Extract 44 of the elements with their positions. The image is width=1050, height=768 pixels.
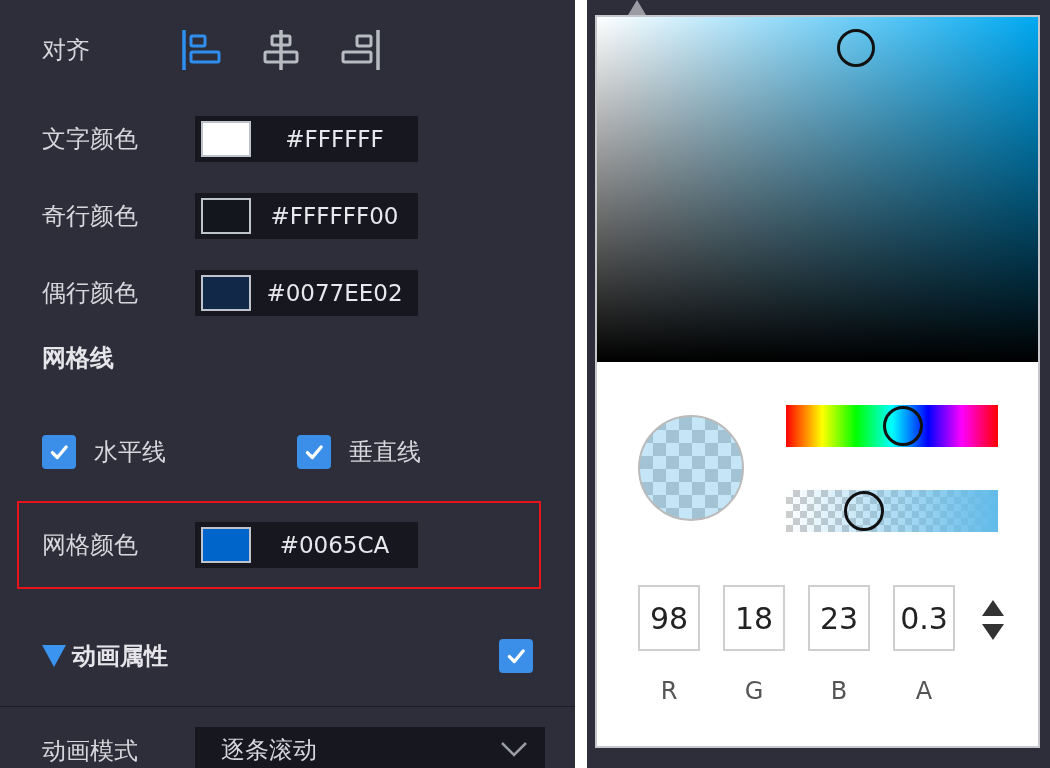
channel-input[interactable]: 0.3 <box>893 585 955 651</box>
mode-switch-icon[interactable] <box>981 598 1005 642</box>
channel-input[interactable]: 18 <box>723 585 785 651</box>
field-label: 动画模式 <box>42 736 139 767</box>
color-field[interactable]: #FFFFFF <box>195 115 418 162</box>
color-value: #0077EE02 <box>265 279 404 306</box>
color-field[interactable]: #FFFFFF00 <box>195 192 418 239</box>
caret-icon[interactable] <box>42 645 66 667</box>
mode-select[interactable]: 逐条滚动 <box>195 727 545 768</box>
checkbox-label: 垂直线 <box>348 437 421 468</box>
alpha-slider[interactable] <box>786 490 998 532</box>
color-value: #FFFFFF <box>284 125 385 152</box>
field-label: 文字颜色 <box>42 123 139 155</box>
color-field[interactable]: #0065CA <box>195 522 418 568</box>
color-field[interactable]: #0077EE02 <box>195 269 418 316</box>
slider-thumb[interactable] <box>844 491 885 531</box>
align-right-icon[interactable] <box>338 28 382 72</box>
align-left-icon[interactable] <box>180 28 224 72</box>
color-swatch[interactable] <box>201 527 251 563</box>
hue-slider[interactable] <box>786 405 998 447</box>
checkbox[interactable] <box>499 639 533 673</box>
picker-handle[interactable] <box>837 29 875 67</box>
channel-label: A <box>915 677 933 705</box>
color-value: #FFFFFF00 <box>269 202 400 229</box>
field-label: 偶行颜色 <box>42 277 139 309</box>
channel-label: B <box>830 677 848 705</box>
channel-label: R <box>660 677 678 705</box>
saturation-field[interactable] <box>597 17 1038 362</box>
field-label: 对齐 <box>42 35 91 66</box>
section-title: 动画属性 <box>72 641 168 672</box>
field-label: 奇行颜色 <box>42 200 139 232</box>
color-swatch[interactable] <box>201 197 251 234</box>
channel-label: G <box>744 677 764 705</box>
checkbox-label: 水平线 <box>94 437 166 468</box>
channel-input[interactable]: 23 <box>808 585 870 651</box>
color-value: #0065CA <box>278 532 391 558</box>
slider-thumb[interactable] <box>882 406 923 446</box>
checkbox[interactable] <box>296 435 331 469</box>
color-swatch[interactable] <box>201 120 251 157</box>
section-heading: 网格线 <box>42 343 115 374</box>
color-swatch[interactable] <box>201 274 251 311</box>
field-label: 网格颜色 <box>42 530 139 561</box>
channel-input[interactable]: 98 <box>638 585 700 651</box>
checkbox[interactable] <box>42 435 76 469</box>
